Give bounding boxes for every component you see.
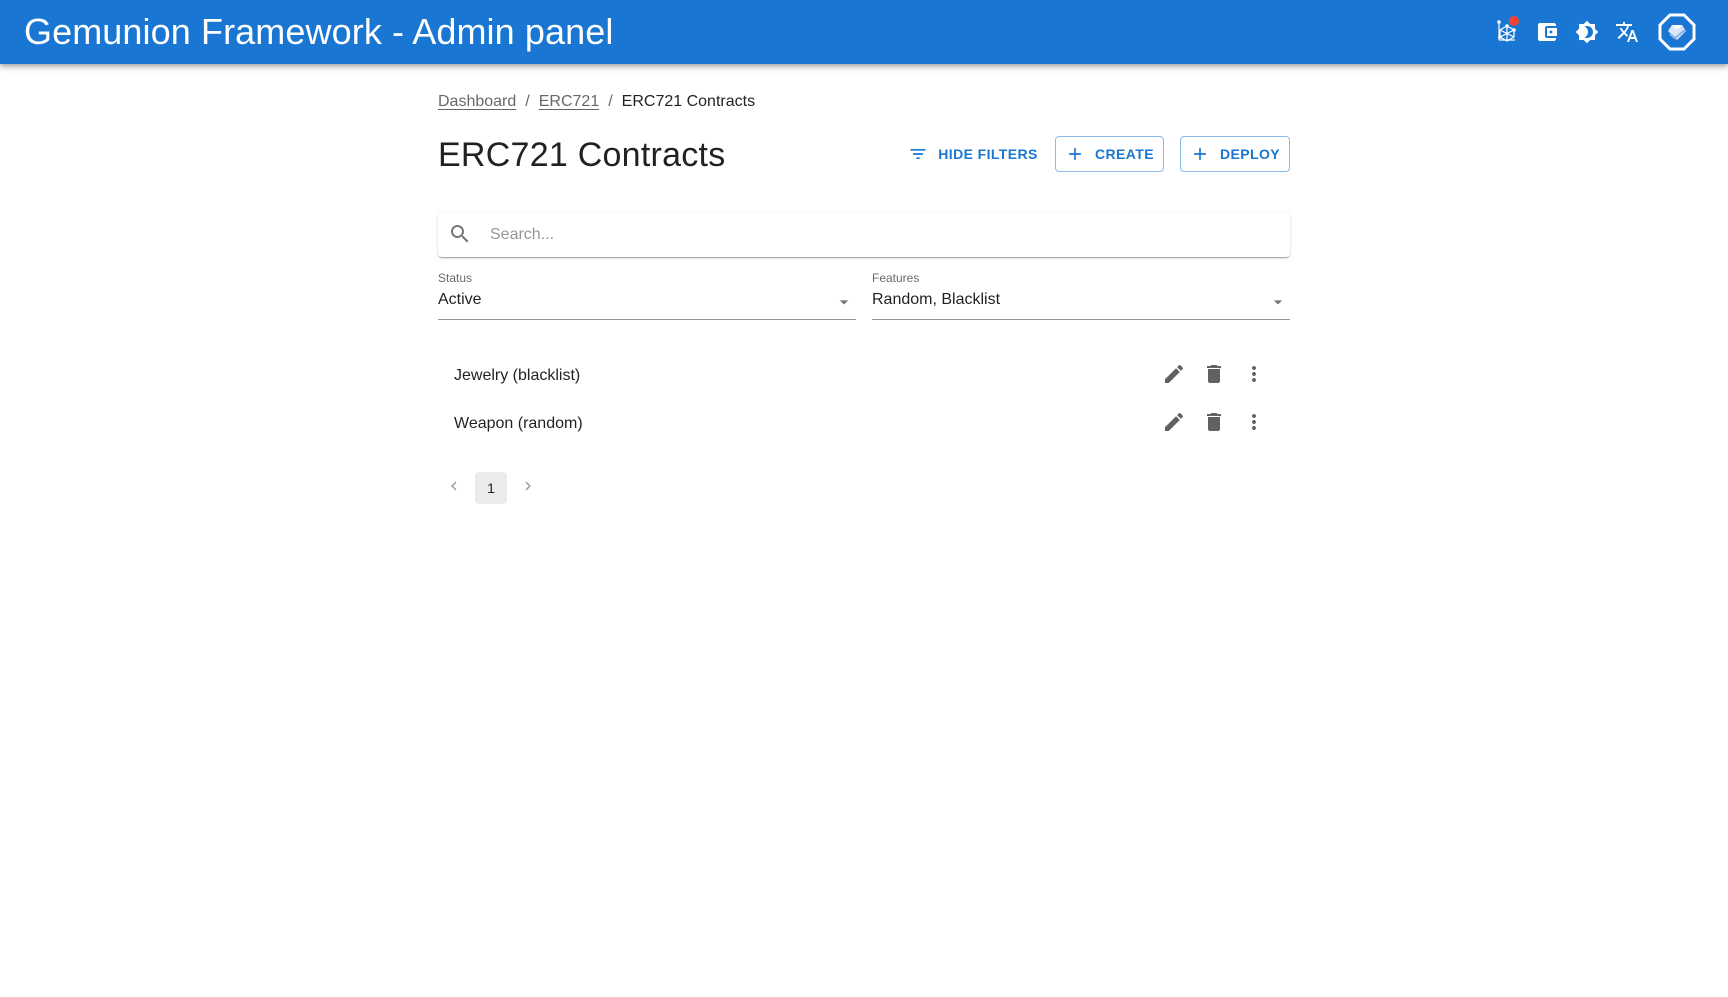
create-label: Create <box>1095 146 1154 162</box>
search-box <box>438 212 1290 257</box>
network-button[interactable] <box>1487 12 1527 52</box>
breadcrumb-erc721[interactable]: ERC721 <box>539 90 599 114</box>
edit-icon <box>1162 410 1186 439</box>
row-actions <box>1154 356 1274 396</box>
status-label: Status <box>438 271 473 285</box>
previous-page-button[interactable] <box>438 472 470 504</box>
list-item[interactable]: Weapon (random) <box>438 400 1290 448</box>
create-button[interactable]: Create <box>1055 136 1164 172</box>
breadcrumb-dashboard[interactable]: Dashboard <box>438 90 516 114</box>
search-icon <box>448 222 472 251</box>
features-select[interactable]: Features Random, Blacklist <box>872 270 1290 320</box>
deploy-label: Deploy <box>1220 146 1280 162</box>
search-input[interactable] <box>490 212 1270 257</box>
more-options-button[interactable] <box>1234 356 1274 396</box>
language-button[interactable] <box>1607 12 1647 52</box>
more-vert-icon <box>1242 362 1266 391</box>
list-item[interactable]: Jewelry (blacklist) <box>438 352 1290 400</box>
profile-button[interactable] <box>1653 8 1701 56</box>
status-value: Active <box>438 291 482 308</box>
chevron-right-icon <box>519 477 537 500</box>
edit-button[interactable] <box>1154 404 1194 444</box>
wallet-icon <box>1535 20 1559 44</box>
more-vert-icon <box>1242 410 1266 439</box>
page-button-current[interactable]: 1 <box>475 472 507 504</box>
hide-filters-label: Hide filters <box>938 146 1038 162</box>
app-title: Gemunion Framework - Admin panel <box>24 11 614 52</box>
add-icon <box>1065 144 1085 164</box>
hide-filters-button[interactable]: Hide filters <box>910 136 1038 172</box>
contract-title: Jewelry (blacklist) <box>454 367 581 384</box>
breadcrumb-separator: / <box>525 93 530 110</box>
more-options-button[interactable] <box>1234 404 1274 444</box>
translate-icon <box>1615 20 1639 44</box>
delete-button[interactable] <box>1194 356 1234 396</box>
features-label: Features <box>872 271 920 285</box>
notification-badge <box>1509 16 1519 26</box>
page-title: ERC721 Contracts <box>438 136 726 174</box>
edit-icon <box>1162 362 1186 391</box>
theme-toggle-button[interactable] <box>1567 12 1607 52</box>
filter-list-icon <box>908 144 928 164</box>
dropdown-arrow-icon <box>834 292 854 317</box>
app-bar: Gemunion Framework - Admin panel <box>0 0 1728 64</box>
delete-icon <box>1202 410 1226 439</box>
pagination: 1 <box>438 472 544 504</box>
next-page-button[interactable] <box>512 472 544 504</box>
contracts-list: Jewelry (blacklist) Weapon (random) <box>438 352 1290 448</box>
add-icon <box>1190 144 1210 164</box>
chevron-left-icon <box>445 477 463 500</box>
features-underline <box>872 319 1290 320</box>
delete-icon <box>1202 362 1226 391</box>
features-value: Random, Blacklist <box>872 291 1001 308</box>
deploy-button[interactable]: Deploy <box>1180 136 1290 172</box>
delete-button[interactable] <box>1194 404 1234 444</box>
breadcrumb-current: ERC721 Contracts <box>621 93 756 110</box>
dropdown-arrow-icon <box>1268 292 1288 317</box>
contract-title: Weapon (random) <box>454 415 583 432</box>
breadcrumb-separator: / <box>608 93 613 110</box>
status-select[interactable]: Status Active <box>438 270 856 320</box>
status-underline <box>438 319 856 320</box>
breadcrumb: Dashboard / ERC721 / ERC721 Contracts <box>438 90 755 114</box>
row-actions <box>1154 404 1274 444</box>
edit-button[interactable] <box>1154 356 1194 396</box>
brightness-icon <box>1575 20 1599 44</box>
wallet-button[interactable] <box>1527 12 1567 52</box>
gemunion-logo-icon <box>1658 13 1696 51</box>
